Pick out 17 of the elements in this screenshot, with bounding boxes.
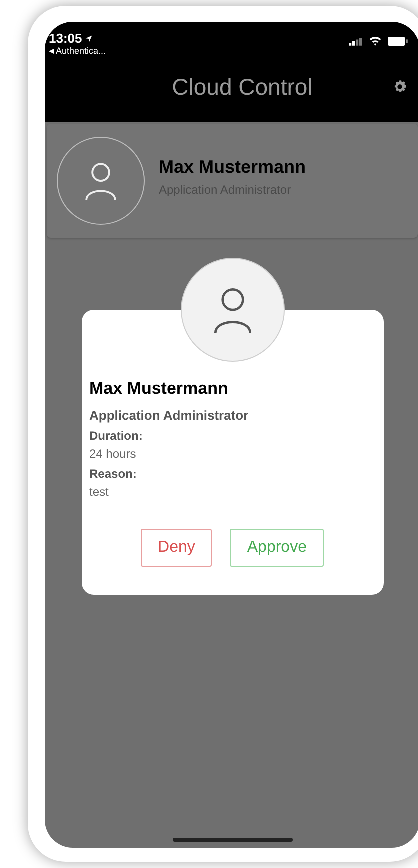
field-label: Duration:: [90, 428, 144, 445]
requester-role: Application Administrator: [90, 406, 250, 425]
app-title: Cloud Control: [172, 73, 313, 102]
field-value: test: [90, 484, 110, 501]
profile-name: Max Mustermann: [159, 156, 306, 178]
deny-button[interactable]: Deny: [141, 529, 212, 567]
wifi-icon: [369, 36, 382, 46]
back-to-app-link[interactable]: Authentica...: [56, 47, 106, 56]
field-label: Reason:: [90, 466, 138, 483]
battery-icon: [388, 36, 408, 46]
requester-name: Max Mustermann: [90, 378, 230, 400]
status-time: 13:05: [49, 32, 82, 45]
signal-icon: [349, 36, 363, 46]
location-arrow-icon: [85, 34, 94, 42]
field-value: 24 hours: [90, 446, 138, 463]
approve-button[interactable]: Approve: [230, 529, 324, 567]
back-triangle-icon: [49, 49, 54, 54]
